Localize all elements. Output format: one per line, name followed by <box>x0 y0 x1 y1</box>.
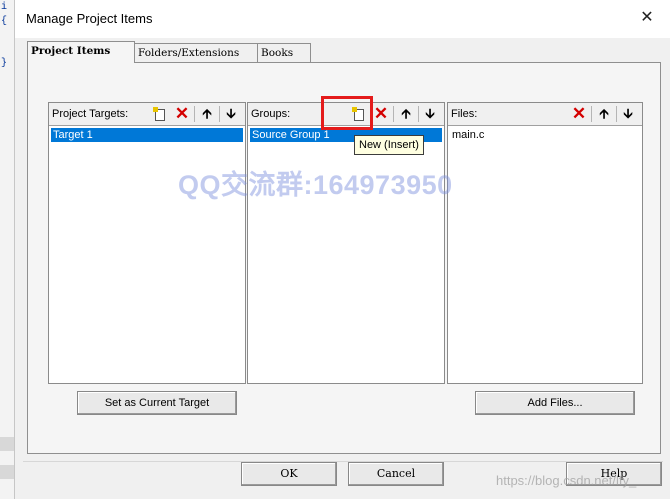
close-icon[interactable]: ✕ <box>637 8 657 28</box>
title-bar: Manage Project Items ✕ <box>15 0 670 38</box>
move-up-arrow-icon[interactable]: 🡩 <box>397 105 415 123</box>
toolbar-divider <box>616 106 617 122</box>
toolbar-divider <box>418 106 419 122</box>
editor-scrollbar-thumb[interactable] <box>0 437 14 451</box>
list-item[interactable]: Target 1 <box>51 128 243 142</box>
new-document-icon[interactable] <box>151 105 169 123</box>
delete-x-icon[interactable]: ✕ <box>372 105 390 123</box>
move-down-arrow-icon[interactable]: 🡫 <box>421 105 439 123</box>
editor-gutter: i { } <box>0 0 15 499</box>
files-header: Files: ✕ 🡩 🡫 <box>448 103 642 126</box>
watermark-url: https://blog.csdn.net/lfy_ <box>496 473 637 488</box>
code-line: } <box>1 58 8 69</box>
new-button-highlight <box>321 96 373 130</box>
add-files-button[interactable]: Add Files... <box>475 391 635 415</box>
tab-books[interactable]: Books <box>257 43 311 62</box>
project-targets-list: Project Targets: ✕ 🡩 🡫 Target 1 <box>48 102 246 384</box>
window-title: Manage Project Items <box>26 11 153 26</box>
code-line: { <box>1 16 8 27</box>
code-line: i <box>1 2 8 13</box>
groups-label: Groups: <box>251 108 291 120</box>
toolbar-divider <box>219 106 220 122</box>
toolbar-divider <box>393 106 394 122</box>
move-down-arrow-icon[interactable]: 🡫 <box>222 105 240 123</box>
toolbar-divider <box>591 106 592 122</box>
files-items: main.c <box>448 126 642 383</box>
project-targets-label: Project Targets: <box>52 108 129 120</box>
cancel-button[interactable]: Cancel <box>348 462 444 486</box>
delete-x-icon[interactable]: ✕ <box>570 105 588 123</box>
project-targets-header: Project Targets: ✕ 🡩 🡫 <box>49 103 245 126</box>
ok-button[interactable]: OK <box>241 462 337 486</box>
tooltip: New (Insert) <box>354 135 424 155</box>
toolbar-divider <box>194 106 195 122</box>
tab-folders-extensions[interactable]: Folders/Extensions <box>134 43 258 62</box>
watermark-text: QQ交流群:164973950 <box>178 170 453 200</box>
move-down-arrow-icon[interactable]: 🡫 <box>619 105 637 123</box>
move-up-arrow-icon[interactable]: 🡩 <box>198 105 216 123</box>
tab-project-items[interactable]: Project Items <box>27 41 135 63</box>
files-label: Files: <box>451 108 478 120</box>
files-list: Files: ✕ 🡩 🡫 main.c <box>447 102 643 384</box>
list-item[interactable]: main.c <box>450 128 486 142</box>
delete-x-icon[interactable]: ✕ <box>173 105 191 123</box>
editor-scrollbar-thumb[interactable] <box>0 465 14 479</box>
move-up-arrow-icon[interactable]: 🡩 <box>595 105 613 123</box>
manage-project-items-dialog: Manage Project Items ✕ Project Items Fol… <box>14 0 670 499</box>
set-as-current-target-button[interactable]: Set as Current Target <box>77 391 237 415</box>
